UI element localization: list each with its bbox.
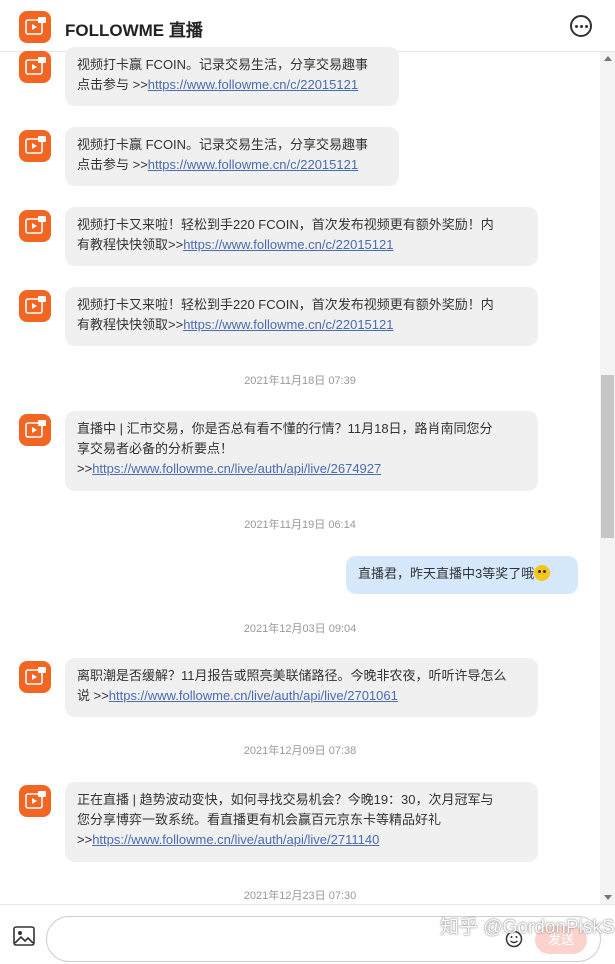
message-link[interactable]: https://www.followme.cn/c/22015121	[148, 157, 358, 172]
message-bubble: 视频打卡又来啦！轻松到手220 FCOIN，首次发布视频更有额外奖励！内 有教程…	[65, 287, 538, 346]
scrollbar[interactable]	[600, 52, 615, 904]
message-text: 直播君，昨天直播中3等奖了哦	[358, 566, 535, 581]
bot-avatar	[19, 414, 51, 446]
my-message-bubble: 直播君，昨天直播中3等奖了哦	[346, 556, 578, 594]
message-bubble: 视频打卡又来啦！轻松到手220 FCOIN，首次发布视频更有额外奖励！内 有教程…	[65, 207, 538, 266]
message-bubble: 视频打卡赢 FCOIN。记录交易生活，分享交易趣事 点击参与 >>https:/…	[65, 47, 399, 106]
message-bubble: 离职潮是否缓解？11月报告或照亮美联储路径。今晚非农夜，听听许导怎么 说 >>h…	[65, 658, 538, 717]
timestamp: 2021年12月03日 09:04	[243, 623, 357, 635]
timestamp: 2021年12月09日 07:38	[243, 745, 357, 757]
message-link[interactable]: https://www.followme.cn/c/22015121	[183, 317, 393, 332]
scroll-up-icon[interactable]	[604, 56, 612, 61]
scroll-down-icon[interactable]	[604, 895, 612, 900]
chat-title: FOLLOWME 直播	[65, 21, 203, 40]
more-icon[interactable]	[570, 15, 592, 37]
image-icon[interactable]	[13, 926, 35, 951]
bot-avatar	[19, 785, 51, 817]
message-bubble: 直播中 | 汇市交易，你是否总有看不懂的行情？11月18日，路肖南同您分 享交易…	[65, 411, 538, 491]
bot-avatar	[19, 51, 51, 83]
smile-emoji-icon	[534, 565, 551, 581]
bot-avatar	[19, 290, 51, 322]
message-link[interactable]: https://www.followme.cn/c/22015121	[148, 77, 358, 92]
message-link[interactable]: https://www.followme.cn/live/auth/api/li…	[109, 688, 398, 703]
message-link[interactable]: https://www.followme.cn/live/auth/api/li…	[92, 832, 379, 847]
message-bubble: 视频打卡赢 FCOIN。记录交易生活，分享交易趣事 点击参与 >>https:/…	[65, 127, 399, 186]
timestamp: 2021年11月18日 07:39	[244, 375, 356, 387]
followme-logo-icon	[19, 11, 51, 48]
timestamp: 2021年12月23日 07:30	[243, 890, 357, 902]
bot-avatar	[19, 661, 51, 693]
timestamp: 2021年11月19日 06:14	[244, 519, 356, 531]
bot-avatar	[19, 130, 51, 162]
message-link[interactable]: https://www.followme.cn/c/22015121	[183, 237, 393, 252]
watermark: 知乎 @GordonPiskS	[440, 917, 615, 938]
message-link[interactable]: https://www.followme.cn/live/auth/api/li…	[92, 461, 381, 476]
message-bubble: 正在直播 | 趋势波动变快，如何寻找交易机会？今晚19：30，次月冠军与 您分享…	[65, 782, 538, 862]
bot-avatar	[19, 210, 51, 242]
chat-header: FOLLOWME 直播	[0, 0, 615, 52]
scrollbar-thumb[interactable]	[601, 375, 614, 538]
